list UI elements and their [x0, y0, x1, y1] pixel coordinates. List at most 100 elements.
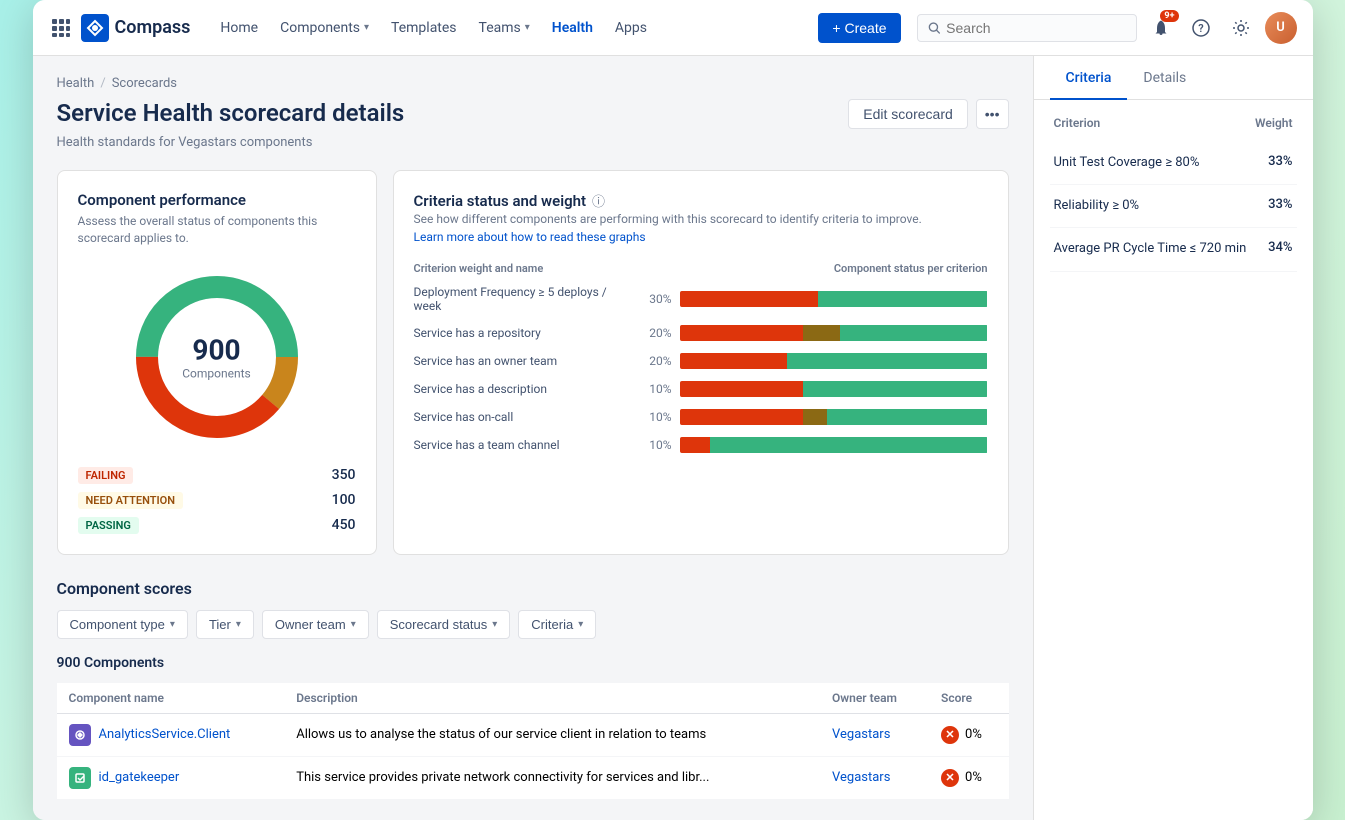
nav-health[interactable]: Health	[542, 14, 603, 42]
donut-number: 900	[182, 333, 251, 366]
comp-link-row2[interactable]: id_gatekeeper	[99, 770, 180, 785]
failing-count: 350	[332, 467, 356, 483]
filter-owner-team[interactable]: Owner team ▾	[262, 610, 369, 639]
bar-green-1	[840, 325, 988, 341]
perf-card-title: Component performance	[78, 191, 356, 209]
bar-red-0	[680, 291, 819, 307]
table-row: AnalyticsService.Client Allows us to ana…	[57, 713, 1009, 756]
components-count: 900 Components	[57, 655, 1009, 671]
nav-home[interactable]: Home	[210, 14, 268, 42]
bar-row-5: Service has a team channel 10%	[414, 437, 988, 453]
score-cell-row2: ✕ 0%	[941, 769, 996, 787]
bar-brown-4	[803, 409, 828, 425]
col-weight-label: Weight	[1255, 116, 1292, 130]
breadcrumb-sep: /	[100, 76, 105, 91]
nav-components[interactable]: Components ▾	[270, 14, 379, 42]
gear-icon	[1232, 19, 1250, 37]
grid-icon[interactable]	[49, 16, 73, 40]
bar-brown-1	[803, 325, 840, 341]
passing-count: 450	[332, 517, 356, 533]
bar-row-0: Deployment Frequency ≥ 5 deploys / week …	[414, 285, 988, 313]
comp-icon-row2	[69, 767, 91, 789]
bar-red-5	[680, 437, 711, 453]
bar-red-3	[680, 381, 803, 397]
bar-pct-1: 20%	[642, 326, 672, 340]
header-left: Service Health scorecard details	[57, 99, 405, 127]
help-icon: ?	[1192, 19, 1210, 37]
bar-red-4	[680, 409, 803, 425]
header-actions: Edit scorecard •••	[848, 99, 1008, 129]
comp-name-row2: id_gatekeeper	[69, 767, 273, 789]
scorecard-status-caret: ▾	[492, 619, 497, 630]
bar-row-1: Service has a repository 20%	[414, 325, 988, 341]
filter-scorecard-status[interactable]: Scorecard status ▾	[377, 610, 511, 639]
bar-label-0: Deployment Frequency ≥ 5 deploys / week	[414, 285, 634, 313]
components-caret: ▾	[364, 22, 369, 33]
notification-button[interactable]: 9+	[1145, 12, 1177, 44]
score-icon-row1: ✕	[941, 726, 959, 744]
team-link-row1[interactable]: Vegastars	[832, 727, 890, 742]
col-description: Description	[284, 683, 820, 714]
bar-green-0	[818, 291, 987, 307]
right-panel: Criteria Details Criterion Weight Unit T…	[1033, 56, 1313, 820]
search-input[interactable]	[946, 20, 1125, 36]
logo[interactable]: Compass	[81, 14, 191, 42]
criterion-name-2: Average PR Cycle Time ≤ 720 min	[1054, 240, 1257, 258]
comp-link-row1[interactable]: AnalyticsService.Client	[99, 727, 231, 742]
bar-green-2	[787, 353, 987, 369]
bar-track-2	[680, 353, 988, 369]
team-link-row2[interactable]: Vegastars	[832, 770, 890, 785]
content-area: Health / Scorecards Service Health score…	[33, 56, 1313, 820]
row1-score: ✕ 0%	[929, 713, 1008, 756]
filter-tier[interactable]: Tier ▾	[196, 610, 254, 639]
bar-pct-5: 10%	[642, 438, 672, 452]
nav-apps[interactable]: Apps	[605, 14, 657, 42]
bar-track-1	[680, 325, 988, 341]
criteria-learn-more-link[interactable]: Learn more about how to read these graph…	[414, 230, 646, 244]
bar-label-1: Service has a repository	[414, 326, 634, 340]
bar-pct-4: 10%	[642, 410, 672, 424]
col-owner-team: Owner team	[820, 683, 929, 714]
info-icon[interactable]: ⓘ	[592, 191, 605, 210]
create-button[interactable]: + Create	[818, 13, 900, 43]
page-subtitle: Health standards for Vegastars component…	[57, 135, 1009, 150]
nav-teams[interactable]: Teams ▾	[469, 14, 540, 42]
settings-button[interactable]	[1225, 12, 1257, 44]
logo-icon	[81, 14, 109, 42]
edit-scorecard-button[interactable]: Edit scorecard	[848, 99, 967, 129]
criterion-row-0: Unit Test Coverage ≥ 80% 33%	[1050, 142, 1297, 185]
main-content: Health / Scorecards Service Health score…	[33, 56, 1033, 820]
breadcrumb-health[interactable]: Health	[57, 76, 95, 91]
passing-badge: PASSING	[78, 517, 139, 534]
navbar: Compass Home Components ▾ Templates Team…	[33, 0, 1313, 56]
bar-label-4: Service has on-call	[414, 410, 634, 424]
score-value-row2: 0%	[965, 770, 982, 785]
comp-name-row1: AnalyticsService.Client	[69, 724, 273, 746]
more-options-button[interactable]: •••	[976, 99, 1009, 129]
filter-component-type[interactable]: Component type ▾	[57, 610, 188, 639]
tab-details[interactable]: Details	[1127, 56, 1202, 100]
filter-criteria[interactable]: Criteria ▾	[518, 610, 596, 639]
filter-row: Component type ▾ Tier ▾ Owner team ▾ Sco…	[57, 610, 1009, 639]
avatar[interactable]: U	[1265, 12, 1297, 44]
tab-criteria[interactable]: Criteria	[1050, 56, 1128, 100]
svg-text:?: ?	[1198, 22, 1203, 35]
performance-card: Component performance Assess the overall…	[57, 170, 377, 555]
score-cell-row1: ✕ 0%	[941, 726, 996, 744]
row1-team: Vegastars	[820, 713, 929, 756]
bar-label-2: Service has an owner team	[414, 354, 634, 368]
help-button[interactable]: ?	[1185, 12, 1217, 44]
owner-team-caret: ▾	[351, 619, 356, 630]
panel-body: Criterion Weight Unit Test Coverage ≥ 80…	[1034, 100, 1313, 288]
page-header: Service Health scorecard details Edit sc…	[57, 99, 1009, 129]
donut-label: Components	[182, 366, 251, 380]
search-container[interactable]	[917, 14, 1137, 42]
search-icon	[928, 21, 941, 35]
nav-links: Home Components ▾ Templates Teams ▾ Heal…	[210, 14, 814, 42]
nav-templates[interactable]: Templates	[381, 14, 467, 42]
criterion-weight-0: 33%	[1268, 154, 1292, 169]
bar-row-3: Service has a description 10%	[414, 381, 988, 397]
bar-pct-3: 10%	[642, 382, 672, 396]
page-title: Service Health scorecard details	[57, 99, 405, 127]
row2-desc: This service provides private network co…	[284, 756, 820, 799]
